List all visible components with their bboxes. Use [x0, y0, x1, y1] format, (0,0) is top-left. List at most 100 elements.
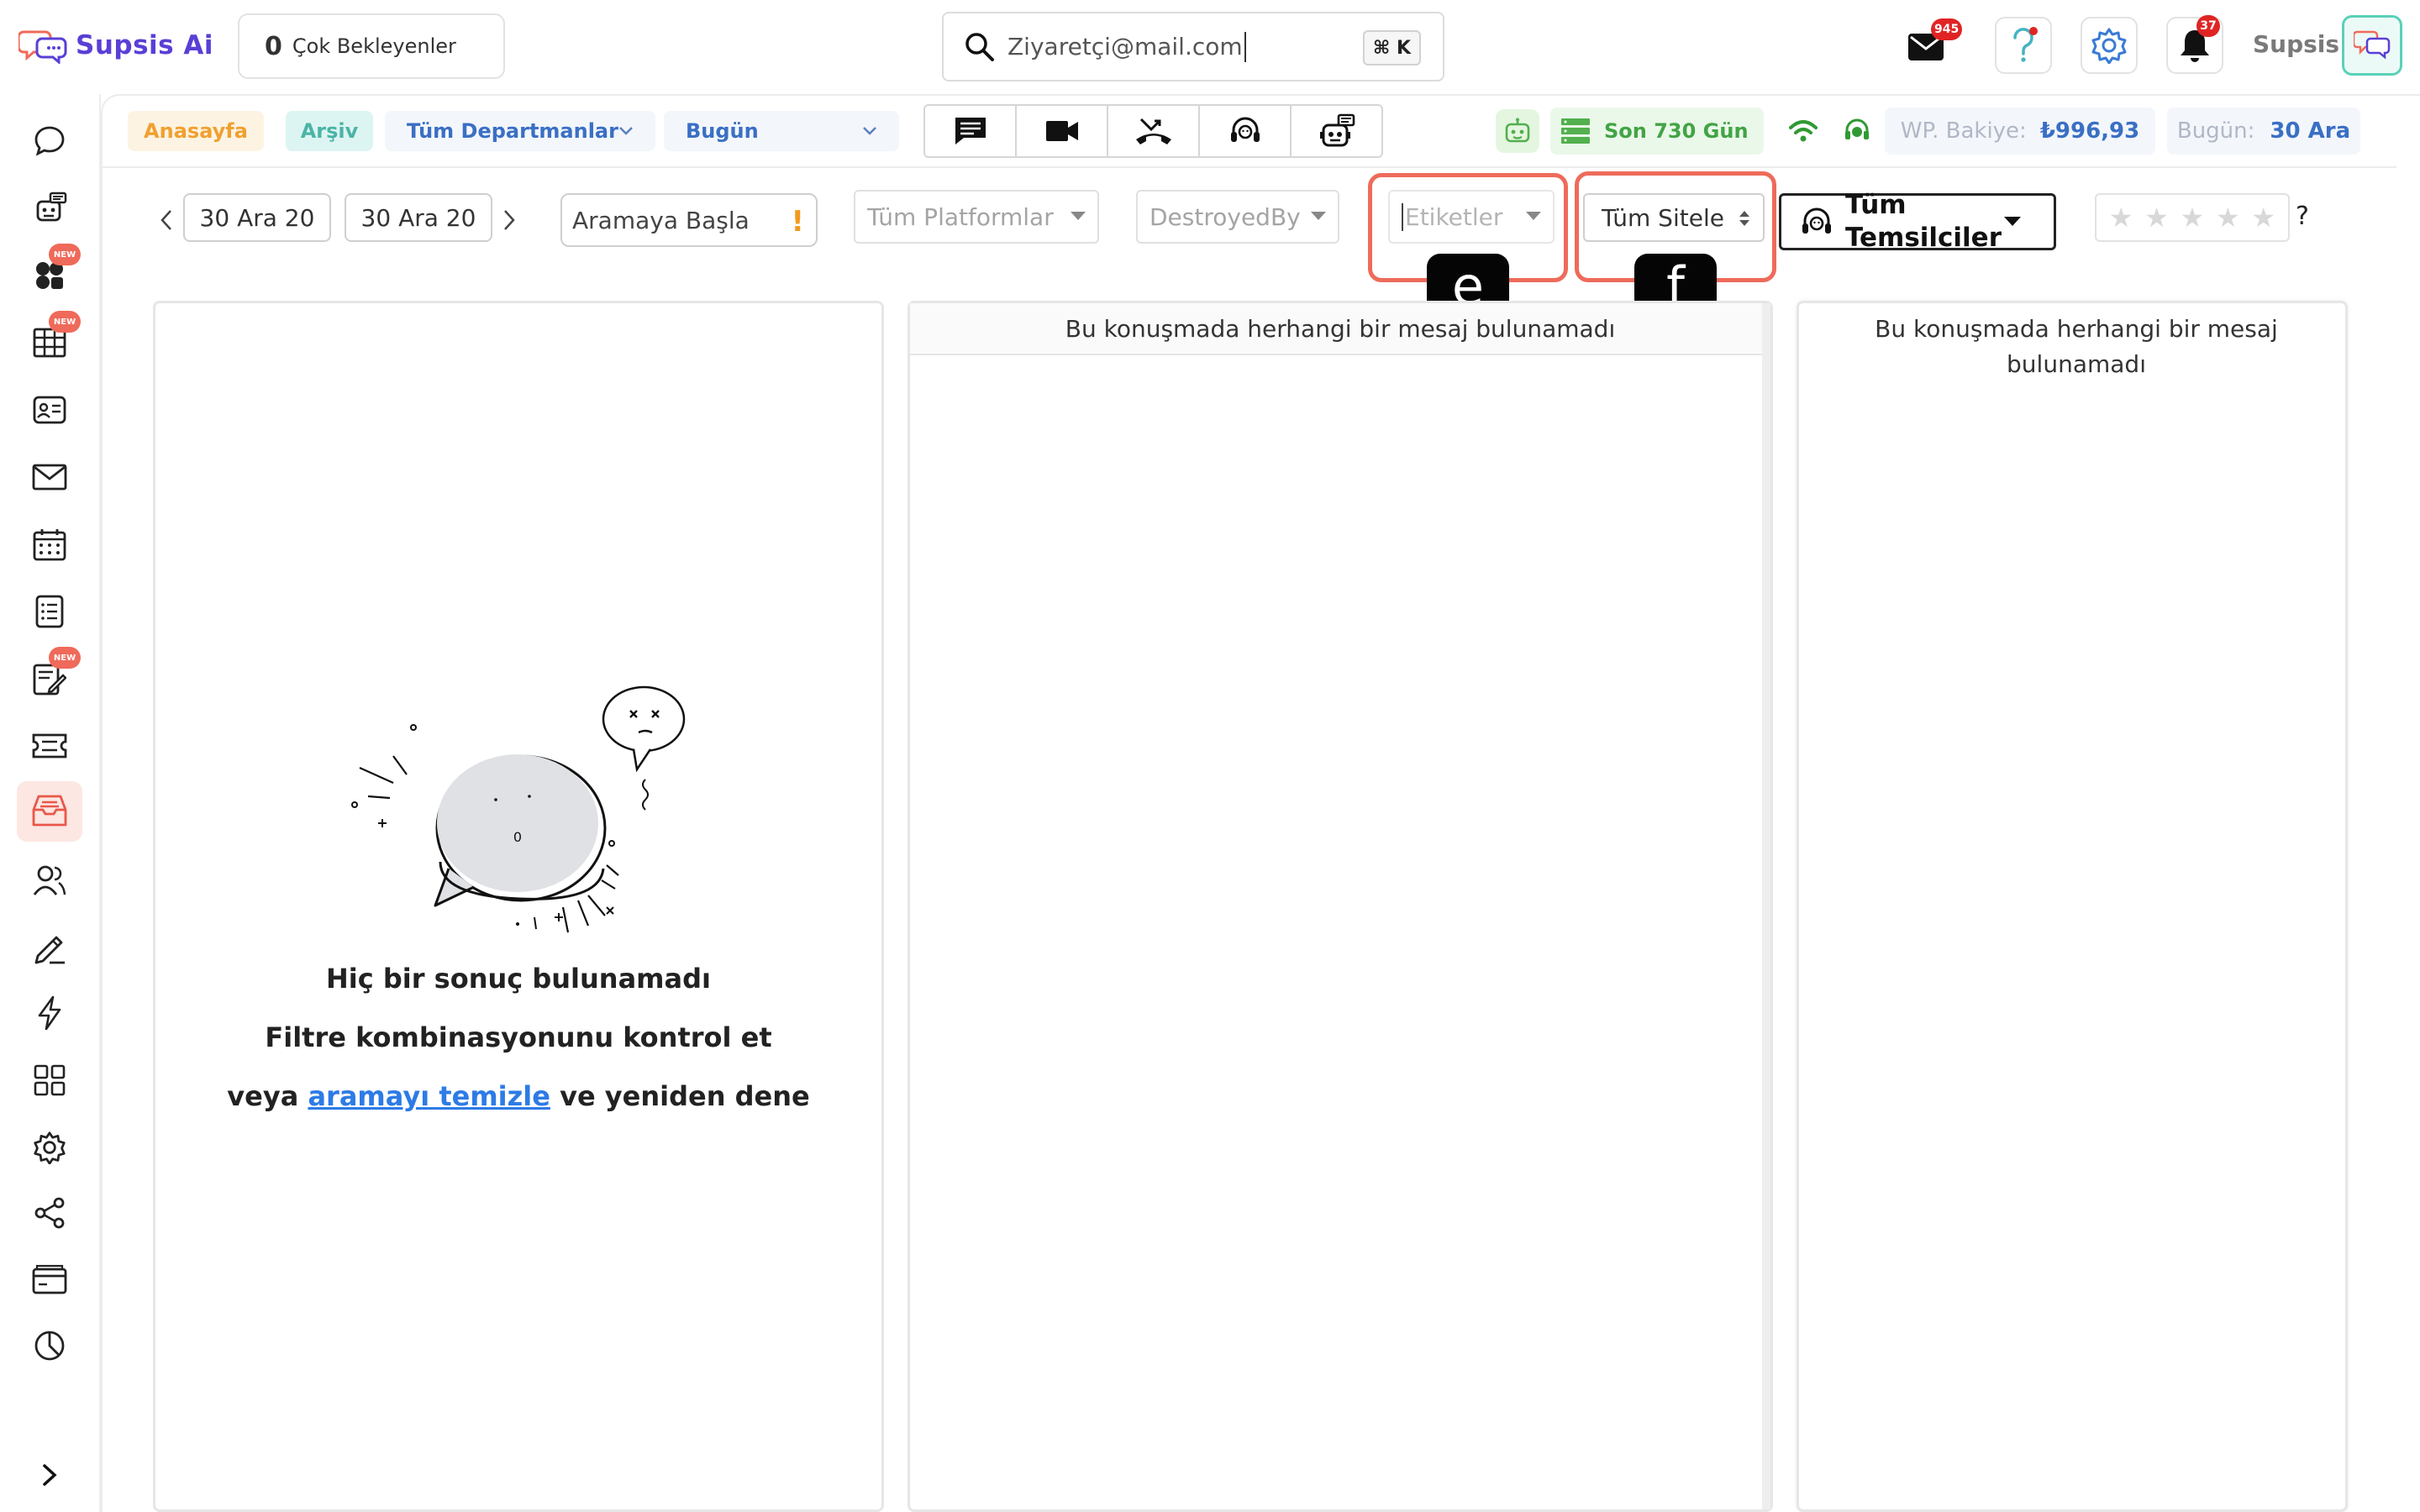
start-search-button[interactable]: Aramaya Başla ! [560, 193, 818, 247]
notifications-badge: 37 [2196, 15, 2220, 37]
platform-filter[interactable]: Tüm Platformlar [854, 190, 1099, 244]
channel-agent-button[interactable] [1200, 106, 1292, 156]
history-range-button[interactable]: Son 730 Gün [1550, 108, 1764, 155]
date-from-input[interactable]: 30 Ara 20 [183, 193, 331, 242]
date-range-select[interactable]: Bugün [664, 111, 899, 151]
rating-filter[interactable]: ★ ★ ★ ★ ★ [2095, 193, 2290, 242]
star-icon[interactable]: ★ [2144, 202, 2169, 234]
star-icon[interactable]: ★ [2109, 202, 2133, 234]
tags-filter[interactable]: Etiketler [1388, 190, 1555, 244]
sidebar-item-archive[interactable] [17, 781, 82, 842]
rating-help[interactable]: ? [2296, 202, 2309, 231]
star-icon[interactable]: ★ [2251, 202, 2275, 234]
tab-archive[interactable]: Arşiv [286, 111, 373, 151]
notifications-button[interactable]: 37 [2166, 15, 2223, 74]
pen-icon [34, 936, 65, 964]
robot-icon [36, 192, 67, 222]
sidebar-item-billing[interactable] [17, 1250, 82, 1310]
destroyed-by-filter[interactable]: DestroyedBy [1136, 190, 1339, 244]
sidebar-item-users[interactable] [17, 850, 82, 911]
mail-icon [32, 464, 67, 491]
share-icon [34, 1197, 65, 1229]
sidebar-item-calendar[interactable] [17, 514, 82, 575]
next-date-button[interactable] [497, 203, 521, 237]
sidebar-item-bots[interactable] [17, 178, 82, 239]
sidebar-item-apps[interactable]: NEW [17, 244, 82, 306]
wp-balance-label: WP. Bakiye: [1900, 118, 2027, 144]
mail-button[interactable]: 945 [1901, 18, 1963, 72]
search-shortcut: ⌘ K [1362, 30, 1421, 66]
chevron-right-icon [504, 210, 515, 230]
help-button[interactable] [1995, 17, 2052, 74]
avatar[interactable] [2342, 15, 2402, 76]
channel-missed-call-button[interactable] [1108, 106, 1200, 156]
star-icon[interactable]: ★ [2216, 202, 2240, 234]
date-to-input[interactable]: 30 Ara 20 [345, 193, 492, 242]
widgets-grid-icon [34, 1064, 66, 1096]
channel-video-button[interactable] [1017, 106, 1108, 156]
sidebar-item-tables[interactable]: NEW [17, 311, 82, 373]
prev-date-button[interactable] [155, 203, 178, 237]
billing-icon [32, 1264, 67, 1294]
details-panel: Bu konuşmada herhangi bir mesaj bulunama… [1797, 301, 2348, 1512]
history-range-label: Son 730 Gün [1604, 119, 1749, 143]
caret-down-icon [1071, 212, 1086, 220]
sidebar-item-widgets[interactable] [17, 1050, 82, 1110]
clear-search-link[interactable]: aramayı temizle [308, 1080, 550, 1112]
empty-state-action: veya aramayı temizle ve yeniden dene [153, 1080, 884, 1112]
sidebar-item-chats[interactable] [17, 111, 82, 171]
settings-gear-icon [34, 1131, 66, 1164]
username[interactable]: Supsis [2253, 30, 2339, 58]
sad-bubble-icon [602, 685, 686, 811]
platform-filter-value: Tüm Platformlar [867, 202, 1054, 231]
sidebar-item-tickets[interactable] [17, 716, 82, 776]
sidebar-item-reports[interactable] [17, 1315, 82, 1376]
sidebar-item-forms[interactable] [17, 917, 82, 978]
empty-chat-bubbles-icon: 0 [351, 685, 686, 933]
department-select[interactable]: Tüm Departmanlar [385, 111, 655, 151]
channel-bot-button[interactable] [1292, 106, 1381, 156]
long-waiting-button[interactable]: 0 Çok Bekleyenler [238, 13, 505, 79]
sidebar-item-lists[interactable] [17, 581, 82, 642]
missed-call-icon [1135, 118, 1171, 144]
conversation-panel: Bu konuşmada herhangi bir mesaj bulunama… [908, 301, 1773, 1512]
waiting-label: Çok Bekleyenler [292, 34, 456, 58]
date-range-select-value: Bugün [686, 119, 759, 143]
empty-state-suffix: ve yeniden dene [560, 1080, 810, 1112]
tab-home[interactable]: Anasayfa [128, 111, 264, 151]
lightning-icon [38, 995, 61, 1031]
sidebar-item-notes[interactable]: NEW [17, 647, 82, 709]
global-search-input[interactable]: Ziyaretçi@mail.com ⌘ K [942, 12, 1444, 81]
chevron-down-icon [619, 127, 633, 135]
destroyed-by-filter-value: DestroyedBy [1150, 202, 1301, 231]
details-empty-message: Bu konuşmada herhangi bir mesaj bulunama… [1875, 315, 2278, 378]
reports-pie-icon [34, 1331, 65, 1361]
sidebar-item-contacts[interactable] [17, 380, 82, 440]
sidebar-item-integrations[interactable] [17, 1183, 82, 1243]
list-icon [35, 595, 64, 628]
sidebar-item-mail[interactable] [17, 447, 82, 507]
today-label: Bugün: [2176, 118, 2255, 144]
conversation-scrollbar[interactable] [1762, 303, 1770, 1509]
sidebar-item-automations[interactable] [17, 983, 82, 1043]
agent-status[interactable] [1840, 114, 1874, 148]
chevron-down-icon [863, 127, 876, 135]
sidebar-item-settings[interactable] [17, 1117, 82, 1178]
robot-face-icon [1505, 118, 1530, 143]
contact-card-icon [33, 396, 66, 424]
representatives-filter[interactable]: Tüm Temsilciler [1779, 190, 2056, 253]
star-icon[interactable]: ★ [2181, 202, 2205, 234]
sidebar-expand-button[interactable] [29, 1457, 71, 1494]
sites-filter[interactable]: Tüm Sitele [1583, 193, 1765, 242]
help-icon [2013, 27, 2038, 62]
calendar-icon [33, 529, 66, 561]
search-icon [965, 32, 994, 61]
channel-chat-button[interactable] [925, 106, 1017, 156]
sidebar: NEW NEW NEW [0, 94, 101, 1512]
ai-bot-toggle[interactable] [1496, 109, 1539, 153]
sites-filter-value: Tüm Sitele [1602, 203, 1724, 232]
headset-online-icon [1845, 118, 1869, 139]
app-logo[interactable]: Supsis Ai [18, 25, 213, 66]
new-badge: NEW [49, 244, 81, 265]
settings-button[interactable] [2081, 17, 2138, 74]
